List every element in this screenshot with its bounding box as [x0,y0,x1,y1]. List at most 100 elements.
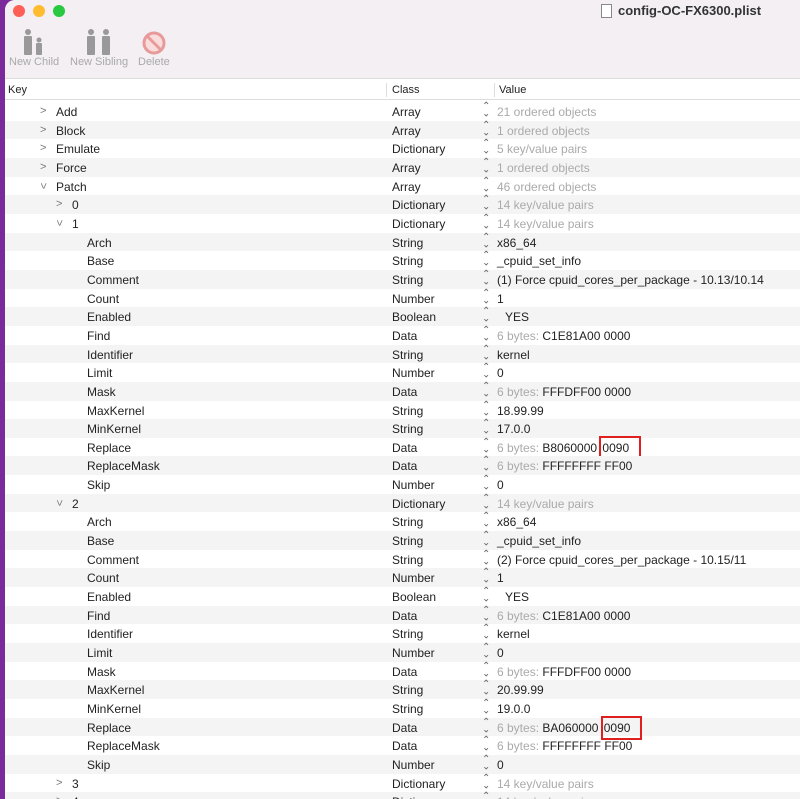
table-row[interactable]: Replace Data ⌃ ⌃ 6 bytes: BA060000 0090 [5,715,800,740]
chevron-right-icon[interactable]: > [56,777,62,789]
row-key[interactable]: Skip [87,758,110,772]
row-value[interactable]: (1) Force cpuid_cores_per_package - 10.1… [497,273,764,287]
table-row[interactable]: Comment String ⌃ ⌃ (1) Force cpuid_cores_per… [5,269,800,289]
row-key[interactable]: Base [87,254,114,268]
row-key[interactable]: Identifier [87,627,133,641]
row-class[interactable]: Dictionary [392,198,445,212]
row-key[interactable]: Add [56,105,77,119]
row-value[interactable]: 0 [497,646,504,660]
row-class[interactable]: String [392,553,423,567]
row-value[interactable]: 6 bytes: FFFFFFFF FF00 [497,739,632,753]
stepper-icon[interactable]: ⌃⌃ [482,437,490,453]
row-class[interactable]: Array [392,124,421,138]
row-class[interactable]: Data [392,385,417,399]
row-value[interactable]: 14 key/value pairs [497,795,594,799]
row-value[interactable]: x86_64 [497,236,536,250]
row-value[interactable]: 14 key/value pairs [497,198,594,212]
stepper-icon[interactable]: ⌃⌃ [482,400,490,416]
row-key[interactable]: Skip [87,478,110,492]
row-key[interactable]: 2 [72,497,79,511]
row-class[interactable]: Number [392,646,435,660]
row-value[interactable]: 14 key/value pairs [497,217,594,231]
table-row[interactable]: Arch String ⌃ ⌃ x86_64 [5,232,800,252]
table-row[interactable]: Mask Data ⌃ ⌃ 6 bytes: FFFDFF00 0000 [5,661,800,681]
stepper-icon[interactable]: ⌃⌃ [482,232,490,248]
chevron-down-icon[interactable]: > [53,500,65,506]
row-value[interactable]: 14 key/value pairs [497,497,594,511]
row-class[interactable]: Dictionary [392,142,445,156]
row-class[interactable]: Dictionary [392,795,445,799]
row-value[interactable]: _cpuid_set_info [497,254,581,268]
stepper-icon[interactable]: ⌃⌃ [482,717,490,733]
row-value[interactable]: 6 bytes: FFFDFF00 0000 [497,385,631,399]
stepper-icon[interactable]: ⌃⌃ [482,157,490,173]
chevron-right-icon[interactable]: > [56,198,62,210]
chevron-right-icon[interactable]: > [40,142,46,154]
row-key[interactable]: Enabled [87,310,131,324]
row-class[interactable]: Dictionary [392,777,445,791]
stepper-icon[interactable]: ⌃⌃ [482,643,490,659]
row-key[interactable]: Enabled [87,590,131,604]
stepper-icon[interactable]: ⌃⌃ [482,195,490,211]
row-key[interactable]: Replace [87,441,131,455]
table-row[interactable]: Comment String ⌃ ⌃ (2) Force cpuid_cores_per… [5,549,800,569]
row-value[interactable]: x86_64 [497,515,536,529]
row-class[interactable]: Data [392,665,417,679]
row-class[interactable]: Data [392,459,417,473]
row-class[interactable]: String [392,254,423,268]
table-row[interactable]: Base String ⌃ ⌃ _cpuid_set_info [5,531,800,550]
table-row[interactable]: ReplaceMask Data ⌃ ⌃ 6 bytes: FFFFFFFF FF00 [5,736,800,755]
table-row[interactable]: MinKernel String ⌃ ⌃ 17.0.0 [5,419,800,438]
row-class[interactable]: String [392,404,423,418]
row-class[interactable]: String [392,627,423,641]
stepper-icon[interactable]: ⌃⌃ [482,754,490,770]
row-class[interactable]: Dictionary [392,497,445,511]
chevron-right-icon[interactable]: > [40,105,46,117]
stepper-icon[interactable]: ⌃⌃ [482,381,490,397]
chevron-down-icon[interactable]: > [53,220,65,226]
row-value[interactable]: 1 [497,292,504,306]
chevron-down-icon[interactable]: > [37,182,49,188]
stepper-icon[interactable]: ⌃⌃ [482,792,490,799]
row-value[interactable]: YES [505,590,529,604]
table-row[interactable]: >4 Dictionary ⌃⌃ 14 key/value pairs [5,792,800,799]
stepper-icon[interactable]: ⌃⌃ [482,475,490,491]
stepper-icon[interactable]: ⌃⌃ [482,531,490,547]
stepper-icon[interactable]: ⌃⌃ [482,419,490,435]
table-row[interactable]: Count Number ⌃ ⌃ 1 [5,288,800,308]
stepper-icon[interactable]: ⌃⌃ [482,325,490,341]
row-value[interactable]: 19.0.0 [497,702,530,716]
table-row[interactable]: > Emulate Dictionary ⌃ ⌃ 5 key/value pairs [5,139,800,158]
row-class[interactable]: Data [392,609,417,623]
row-key[interactable]: Base [87,534,114,548]
table-row[interactable]: >1 Dictionary ⌃ ⌃ 14 key/value pairs [5,213,800,233]
chevron-right-icon[interactable]: > [56,795,62,799]
row-key[interactable]: Replace [87,721,131,735]
row-value[interactable]: YES [505,310,529,324]
delete-button[interactable]: Delete [138,26,170,68]
row-class[interactable]: Data [392,329,417,343]
row-value[interactable]: 6 bytes: FFFDFF00 0000 [497,665,631,679]
row-value[interactable]: 6 bytes: C1E81A00 0000 [497,329,630,343]
row-class[interactable]: String [392,348,423,362]
close-button[interactable] [13,5,25,17]
row-key[interactable]: Patch [56,180,87,194]
table-row[interactable]: > Block Array ⌃ ⌃ 1 ordered objects [5,120,800,140]
zoom-button[interactable] [53,5,65,17]
row-key[interactable]: Limit [87,366,112,380]
stepper-icon[interactable]: ⌃⌃ [482,605,490,621]
chevron-right-icon[interactable]: > [40,161,46,173]
row-value[interactable]: 1 [497,571,504,585]
row-key[interactable]: Find [87,609,110,623]
table-row[interactable]: Limit Number ⌃ ⌃ 0 [5,643,800,662]
row-value[interactable]: 6 bytes: C1E81A00 0000 [497,609,630,623]
row-key[interactable]: Mask [87,385,116,399]
row-class[interactable]: Number [392,758,435,772]
row-key[interactable]: Emulate [56,142,100,156]
table-row[interactable]: Identifier String ⌃ ⌃ kernel [5,624,800,643]
row-value[interactable]: 1 ordered objects [497,161,590,175]
row-value[interactable]: kernel [497,627,530,641]
chevron-right-icon[interactable]: > [40,124,46,136]
row-key[interactable]: 0 [72,198,79,212]
row-class[interactable]: Data [392,441,417,455]
